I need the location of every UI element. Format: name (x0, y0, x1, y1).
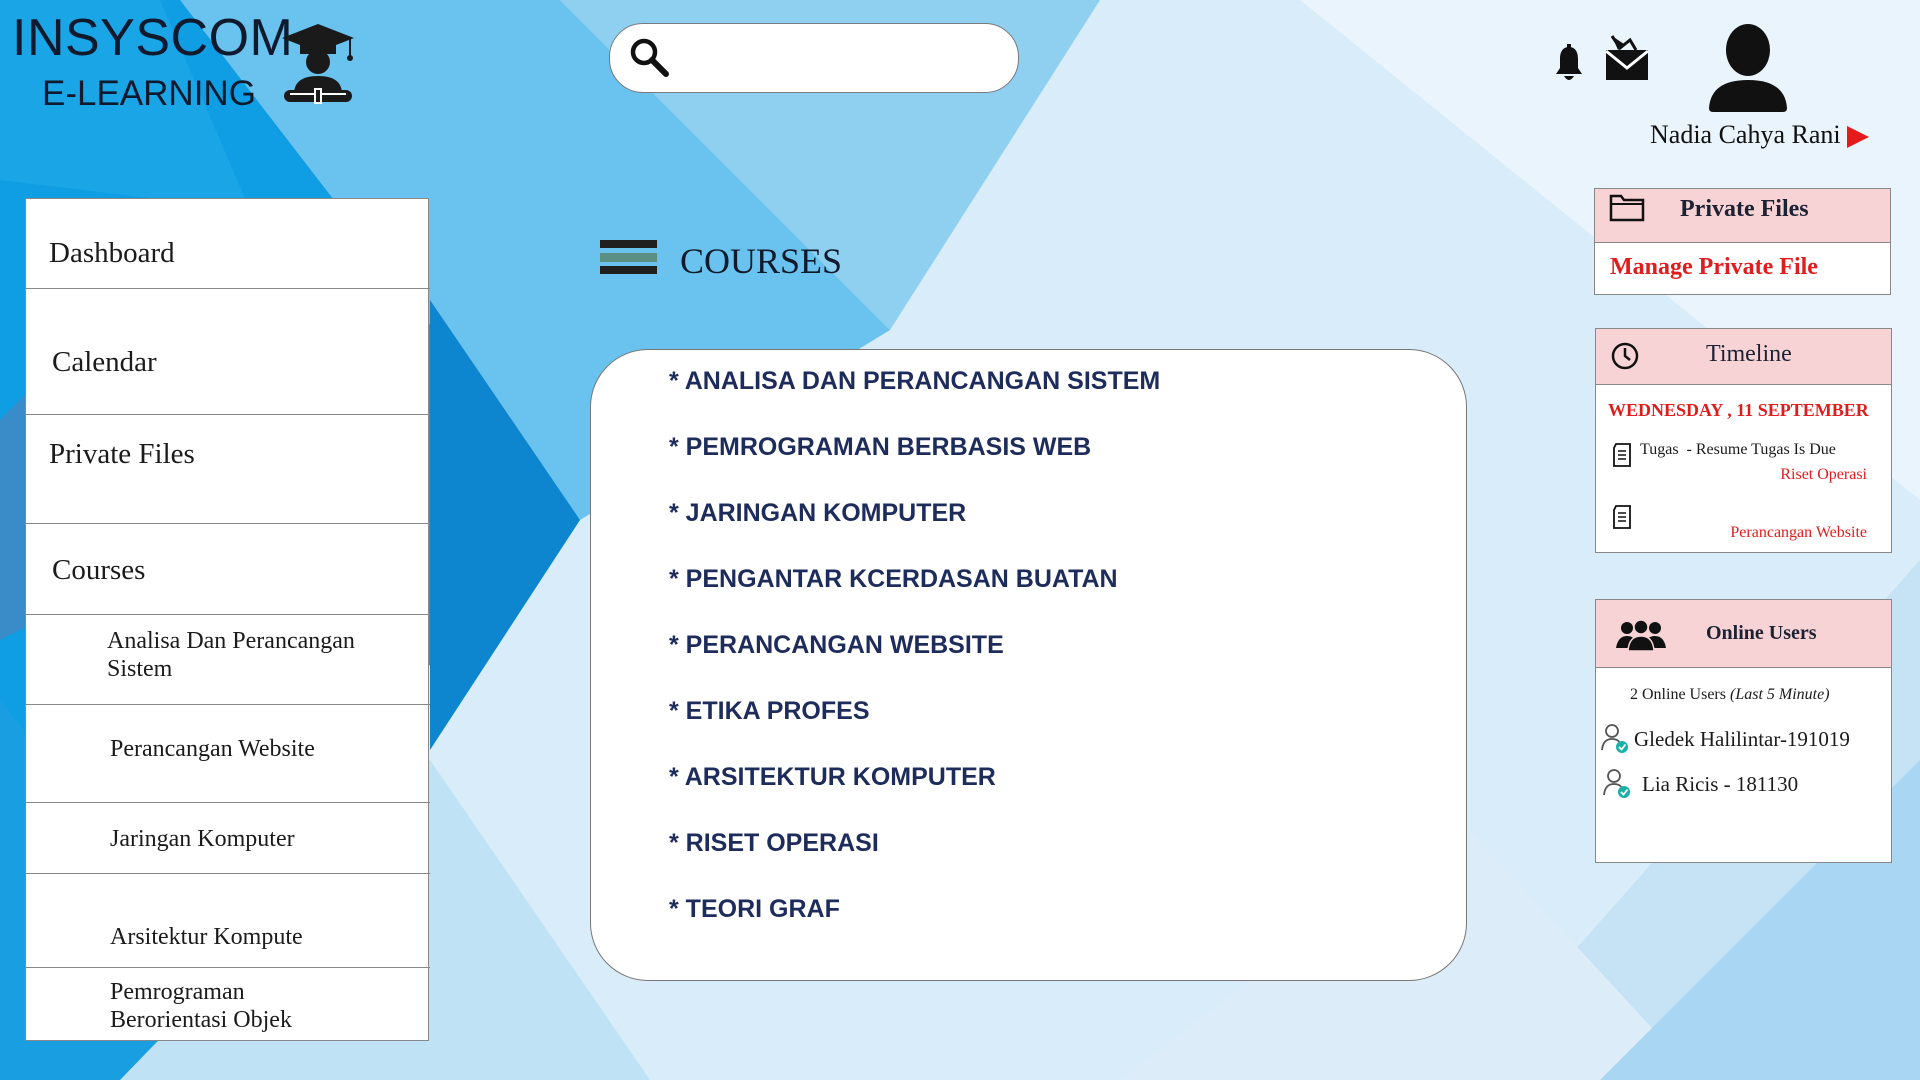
mail-icon[interactable] (1604, 34, 1650, 87)
search-bar[interactable] (609, 23, 1019, 93)
bell-icon[interactable] (1553, 44, 1585, 89)
course-link[interactable]: * ARSITEKTUR KOMPUTER (669, 763, 996, 792)
menu-icon[interactable] (600, 238, 658, 289)
users-icon (1616, 618, 1666, 657)
clock-icon (1610, 341, 1640, 376)
online-users-panel: Online Users 2 Online Users (Last 5 Minu… (1595, 599, 1892, 863)
sidebar-item-courses[interactable]: Courses (26, 524, 430, 615)
online-users-note: (Last 5 Minute) (1729, 686, 1830, 703)
sidebar-course-item[interactable]: Arsitektur Kompute (26, 874, 430, 968)
sidebar-item-label: Private Files (49, 438, 195, 470)
timeline-panel: Timeline WEDNESDAY , 11 SEPTEMBER Tugas … (1595, 328, 1892, 553)
online-user-name[interactable]: Gledek Halilintar-191019 (1634, 727, 1850, 752)
sidebar-course-item[interactable]: Pemrograman Berorientasi Objek (26, 968, 430, 1040)
manage-private-file-link[interactable]: Manage Private File (1610, 254, 1818, 281)
timeline-item-course[interactable]: Perancangan Website (1730, 524, 1867, 542)
brand-title: INSYSCOM (12, 9, 294, 67)
search-input[interactable] (690, 38, 994, 78)
sidebar: Dashboard Calendar Private Files Courses… (25, 198, 430, 1041)
sidebar-item-calendar[interactable]: Calendar (26, 289, 430, 415)
sidebar-item-label: Courses (52, 554, 146, 586)
panel-header: Private Files (1595, 189, 1890, 243)
brand: INSYSCOM E-LEARNING (12, 12, 293, 111)
timeline-item-text[interactable]: Tugas - Resume Tugas Is Due (1640, 441, 1836, 459)
course-link[interactable]: * ETIKA PROFES (669, 697, 870, 726)
sidebar-item-dashboard[interactable]: Dashboard (26, 199, 430, 289)
brand-subtitle: E-LEARNING (42, 74, 256, 113)
course-link[interactable]: * PENGANTAR KCERDASAN BUATAN (669, 565, 1118, 594)
sidebar-item-label: Dashboard (49, 237, 175, 269)
sidebar-course-label: Jaringan Komputer (110, 826, 295, 852)
sidebar-course-label: Arsitektur Kompute (110, 924, 303, 950)
search-icon[interactable] (628, 36, 670, 83)
timeline-date: WEDNESDAY , 11 SEPTEMBER (1608, 400, 1869, 420)
panel-title: Timeline (1706, 341, 1792, 367)
folder-icon (1609, 192, 1645, 227)
timeline-item-course[interactable]: Riset Operasi (1780, 466, 1867, 484)
sidebar-course-label: Analisa Dan Perancangan Sistem (107, 628, 355, 682)
private-files-panel: Private Files Manage Private File (1594, 188, 1891, 295)
user-check-icon (1602, 767, 1632, 804)
online-users-summary: 2 Online Users (Last 5 Minute) (1630, 686, 1830, 704)
graduate-icon (280, 22, 356, 113)
page-title: COURSES (680, 241, 843, 281)
sidebar-item-private-files[interactable]: Private Files (26, 415, 430, 524)
user-icon[interactable] (1705, 22, 1791, 117)
sidebar-course-label: Pemrograman Berorientasi Objek (110, 979, 292, 1033)
document-icon (1611, 504, 1633, 535)
user-check-icon (1600, 722, 1630, 759)
course-link[interactable]: * RISET OPERASI (669, 829, 879, 858)
course-link[interactable]: * TEORI GRAF (669, 895, 840, 924)
course-link[interactable]: * ANALISA DAN PERANCANGAN SISTEM (669, 367, 1160, 396)
course-link[interactable]: * PEMROGRAMAN BERBASIS WEB (669, 433, 1091, 462)
sidebar-course-label: Perancangan Website (110, 736, 315, 762)
online-users-count: 2 Online Users (1630, 686, 1726, 703)
online-user-name[interactable]: Lia Ricis - 181130 (1642, 772, 1798, 797)
course-list: * ANALISA DAN PERANCANGAN SISTEM * PEMRO… (590, 349, 1467, 981)
panel-header: Online Users (1596, 600, 1891, 668)
panel-title: Online Users (1706, 622, 1817, 644)
user-name[interactable]: Nadia Cahya Rani (1650, 120, 1841, 150)
sidebar-course-item[interactable]: Perancangan Website (26, 705, 430, 803)
panel-title: Private Files (1680, 196, 1809, 222)
sidebar-course-item[interactable]: Analisa Dan Perancangan Sistem (26, 615, 430, 705)
course-link[interactable]: * PERANCANGAN WEBSITE (669, 631, 1004, 660)
panel-header: Timeline (1596, 329, 1891, 385)
sidebar-course-item[interactable]: Jaringan Komputer (26, 803, 430, 874)
document-icon (1611, 442, 1633, 473)
sidebar-item-label: Calendar (52, 346, 157, 378)
arrow-right-icon[interactable] (1845, 124, 1871, 155)
course-link[interactable]: * JARINGAN KOMPUTER (669, 499, 966, 528)
